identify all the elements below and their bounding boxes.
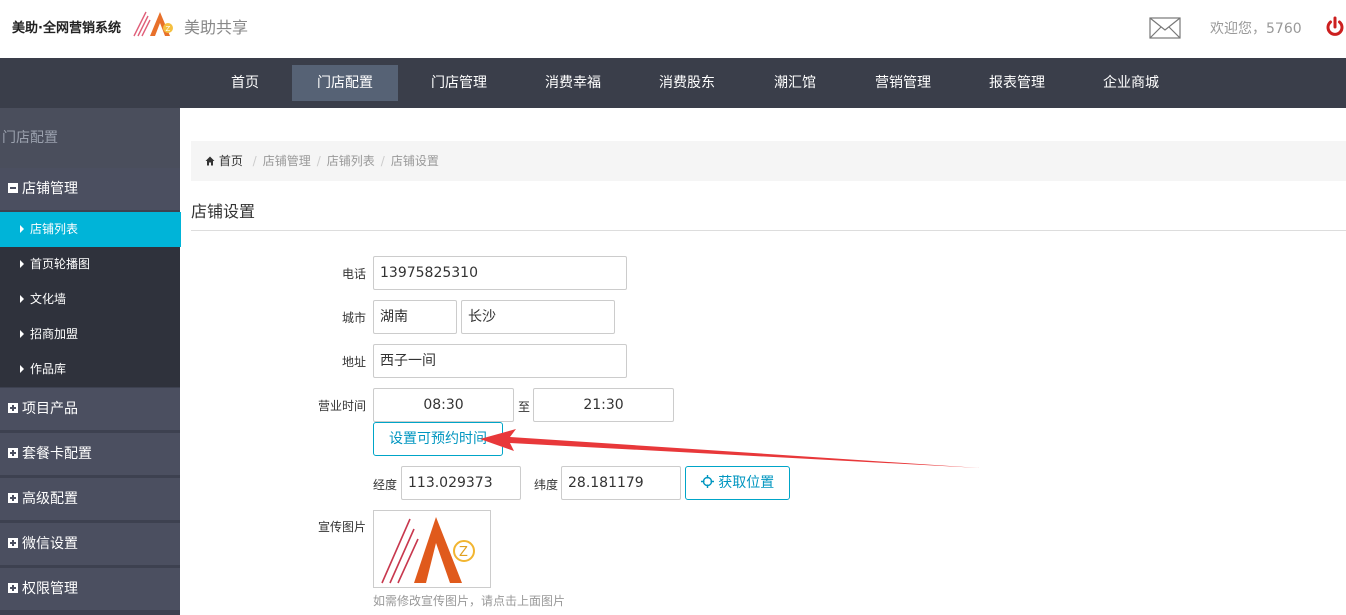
plus-square-icon (8, 538, 18, 548)
nav-consume-share[interactable]: 消费股东 (638, 65, 736, 101)
breadcrumb-home[interactable]: 首页 (205, 154, 247, 168)
promo-image[interactable]: Z (373, 510, 491, 588)
to-label: 至 (518, 400, 531, 414)
sidebar-item-home-carousel[interactable]: 首页轮播图 (0, 247, 180, 282)
sidebar-group-label: 店铺管理 (22, 181, 78, 197)
sidebar-title: 门店配置 (0, 108, 180, 168)
longitude-label: 经度 (373, 478, 398, 492)
sidebar-group-label: 高级配置 (22, 491, 78, 507)
divider (191, 230, 1346, 231)
phone-field[interactable]: 13975825310 (373, 256, 627, 290)
promo-image-label: 宣传图片 (317, 520, 366, 534)
phone-label: 电话 (341, 267, 366, 281)
breadcrumb: 首页 / 店铺管理 / 店铺列表 / 店铺设置 (191, 141, 1346, 181)
caret-right-icon (20, 365, 24, 373)
nav-store-config[interactable]: 门店配置 (292, 65, 398, 101)
sidebar-group-label: 套餐卡配置 (22, 446, 92, 462)
sidebar-group-label: 权限管理 (22, 581, 78, 597)
nav-reports[interactable]: 报表管理 (968, 65, 1066, 101)
caret-right-icon (20, 330, 24, 338)
sidebar-item-works[interactable]: 作品库 (0, 352, 180, 387)
sidebar: 门店配置 店铺管理 店铺列表 首页轮播图 文化墙 招商加盟 作品库 项目产品 套… (0, 108, 181, 615)
home-icon (205, 156, 215, 166)
promo-image-hint: 如需修改宣传图片，请点击上面图片 (373, 594, 566, 608)
sidebar-item-label: 作品库 (30, 362, 67, 376)
caret-right-icon (20, 225, 24, 233)
mail-icon[interactable] (1149, 17, 1181, 39)
hours-label: 营业时间 (317, 399, 366, 413)
power-icon[interactable] (1325, 16, 1345, 38)
header: 美助·全网营销系统 Z 美助共享 欢迎您，5760 (0, 0, 1346, 58)
annotation-arrow (480, 429, 980, 468)
sidebar-item-label: 招商加盟 (30, 327, 79, 341)
sidebar-item-label: 文化墙 (30, 292, 67, 306)
sidebar-item-store-list[interactable]: 店铺列表 (0, 212, 181, 247)
svg-text:Z: Z (459, 545, 468, 560)
nav-home[interactable]: 首页 (210, 65, 280, 101)
breadcrumb-separator: / (252, 154, 257, 168)
breadcrumb-home-label: 首页 (218, 154, 243, 168)
sidebar-group-products[interactable]: 项目产品 (0, 388, 180, 430)
minus-square-icon (8, 183, 18, 193)
city-label: 城市 (341, 311, 366, 325)
breadcrumb-separator: / (316, 154, 321, 168)
sidebar-group-permissions[interactable]: 权限管理 (0, 568, 180, 610)
address-field[interactable]: 西子一间 (373, 344, 627, 378)
sidebar-item-culture-wall[interactable]: 文化墙 (0, 282, 180, 317)
crosshair-icon (700, 475, 714, 488)
plus-square-icon (8, 493, 18, 503)
latitude-label: 纬度 (534, 478, 559, 492)
sidebar-group-label: 项目产品 (22, 401, 78, 417)
brand-name: 美助·全网营销系统 (12, 21, 121, 36)
sidebar-group-store-manage[interactable]: 店铺管理 (0, 168, 180, 210)
svg-text:Z: Z (166, 25, 171, 33)
nav-enterprise-mall[interactable]: 企业商城 (1082, 65, 1180, 101)
sidebar-item-franchise[interactable]: 招商加盟 (0, 317, 180, 352)
sidebar-group-advanced[interactable]: 高级配置 (0, 478, 180, 520)
close-time-field[interactable]: 21:30 (533, 388, 674, 422)
sidebar-group-label: 微信设置 (22, 536, 78, 552)
get-location-label: 获取位置 (718, 475, 775, 491)
logo-icon: Z (381, 517, 475, 584)
sidebar-group-wechat[interactable]: 微信设置 (0, 523, 180, 565)
nav-consume-happy[interactable]: 消费幸福 (524, 65, 622, 101)
caret-right-icon (20, 260, 24, 268)
open-time-field[interactable]: 08:30 (373, 388, 514, 422)
plus-square-icon (8, 448, 18, 458)
address-label: 地址 (341, 355, 366, 369)
caret-right-icon (20, 295, 24, 303)
breadcrumb-separator: / (380, 154, 385, 168)
breadcrumb-current: 店铺设置 (390, 154, 439, 168)
breadcrumb-item[interactable]: 店铺管理 (263, 154, 311, 168)
brand-subtitle: 美助共享 (184, 18, 249, 37)
breadcrumb-item[interactable]: 店铺列表 (327, 154, 375, 168)
sidebar-item-label: 首页轮播图 (30, 257, 91, 271)
welcome-text: 欢迎您，5760 (1210, 21, 1302, 37)
plus-square-icon (8, 403, 18, 413)
sidebar-group-package-cards[interactable]: 套餐卡配置 (0, 433, 180, 475)
province-select[interactable]: 湖南 (373, 300, 457, 334)
nav-chaohuiguan[interactable]: 潮汇馆 (752, 65, 838, 101)
top-nav: 首页 门店配置 门店管理 消费幸福 消费股东 潮汇馆 营销管理 报表管理 企业商… (0, 58, 1346, 108)
nav-marketing[interactable]: 营销管理 (854, 65, 952, 101)
nav-store-manage[interactable]: 门店管理 (410, 65, 508, 101)
page-title: 店铺设置 (191, 202, 256, 221)
city-select[interactable]: 长沙 (461, 300, 615, 334)
logo-icon: Z (133, 11, 173, 37)
plus-square-icon (8, 583, 18, 593)
sidebar-item-label: 店铺列表 (30, 222, 79, 236)
